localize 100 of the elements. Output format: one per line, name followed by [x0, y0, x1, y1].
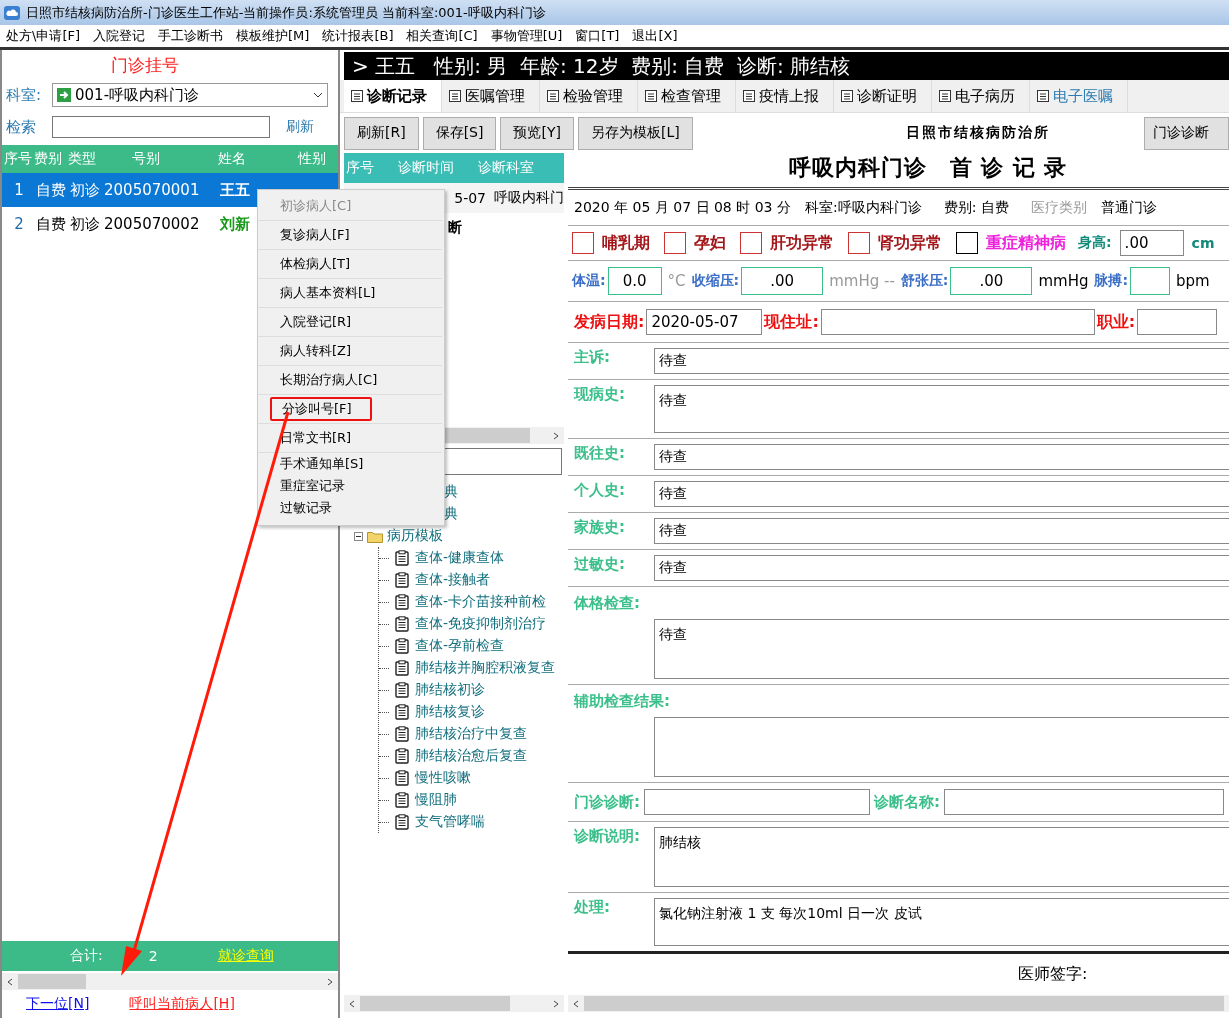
tree-item[interactable]: 查体-孕前检查: [415, 637, 505, 655]
menu-item[interactable]: 重症室记录: [270, 475, 355, 497]
scroll-left-icon[interactable]: [348, 999, 356, 1008]
menu-item[interactable]: 过敏记录: [270, 497, 342, 519]
menu-item[interactable]: 手工诊断书: [158, 27, 223, 45]
collapse-icon[interactable]: [354, 531, 363, 541]
text-field[interactable]: 待查: [654, 518, 1229, 544]
height-label: 身高:: [1078, 234, 1112, 252]
refresh-link[interactable]: 刷新: [286, 118, 314, 136]
record-title: 呼吸内科门诊 首 诊 记 录: [787, 153, 1069, 182]
menu-item[interactable]: 入院登记[R]: [270, 311, 362, 333]
text-field[interactable]: 待查: [654, 348, 1229, 374]
menu-item[interactable]: 事物管理[U]: [490, 27, 563, 45]
checkbox-label: 哺乳期: [602, 232, 650, 254]
menu-item[interactable]: 分诊叫号[F]: [270, 397, 372, 421]
horizontal-scrollbar[interactable]: [2, 973, 338, 990]
search-label: 检索: [6, 117, 37, 137]
tree-item[interactable]: 肺结核治疗中复查: [415, 725, 527, 743]
tree-item[interactable]: 肺结核复诊: [415, 703, 485, 721]
scroll-left-icon[interactable]: [572, 999, 580, 1008]
text-field[interactable]: 待查: [654, 481, 1229, 507]
tab[interactable]: 诊断记录: [344, 80, 442, 112]
diagnosis-book-button[interactable]: 门诊诊断: [1144, 116, 1229, 150]
table-cell-text: 1: [13, 181, 25, 199]
tree-item[interactable]: 肺结核并胸腔积液复查: [415, 659, 555, 677]
unit-label: mmHg --: [829, 272, 895, 290]
vital-field[interactable]: 0.0: [607, 267, 662, 295]
menu-item[interactable]: 复诊病人[F]: [270, 224, 360, 246]
text-field[interactable]: 氯化钠注射液 1 支 每次10ml 日一次 皮试: [654, 898, 1229, 946]
tree-item[interactable]: 典: [444, 483, 458, 501]
text-field[interactable]: 待查: [654, 444, 1229, 470]
toolbar-button[interactable]: 刷新[R]: [344, 116, 419, 150]
tree-item[interactable]: 查体-免疫抑制剂治疗: [415, 615, 547, 633]
tree-item[interactable]: 肺结核治愈后复查: [415, 747, 527, 765]
menu-item[interactable]: 长期治疗病人[C]: [270, 369, 388, 391]
menu-item[interactable]: 窗口[T]: [575, 27, 620, 45]
diagnosis-name-field[interactable]: [944, 789, 1224, 815]
menu-item[interactable]: 处方\申请[F]: [6, 27, 80, 45]
checkbox[interactable]: [664, 232, 686, 254]
tab[interactable]: 诊断证明: [834, 80, 932, 112]
text-field[interactable]: 待查: [654, 619, 1229, 679]
horizontal-scrollbar[interactable]: [568, 995, 1229, 1012]
vital-field[interactable]: .00: [741, 267, 824, 295]
toolbar-button[interactable]: 另存为模板[L]: [577, 116, 693, 150]
tree-item[interactable]: 病历模板: [387, 527, 443, 545]
link[interactable]: 下一位[N]: [26, 995, 90, 1013]
department-select[interactable]: 001-呼吸内科门诊: [52, 83, 328, 107]
toolbar-button[interactable]: 预览[Y]: [500, 116, 574, 150]
checkbox[interactable]: [740, 232, 762, 254]
menu-item[interactable]: 病人基本资料[L]: [270, 282, 386, 304]
menu-item[interactable]: 手术通知单[S]: [270, 453, 374, 475]
tab[interactable]: 检验管理: [540, 80, 638, 112]
checkbox[interactable]: [848, 232, 870, 254]
tree-item[interactable]: 典: [444, 505, 458, 523]
tab[interactable]: 疫情上报: [736, 80, 834, 112]
search-field[interactable]: [52, 116, 270, 138]
text-field[interactable]: 待查: [654, 385, 1229, 433]
menu-item[interactable]: 统计报表[B]: [322, 27, 394, 45]
vital-field[interactable]: .00: [950, 267, 1033, 295]
toolbar-button[interactable]: 保存[S]: [422, 116, 497, 150]
menu-item[interactable]: 病人转科[Z]: [270, 340, 362, 362]
scroll-right-icon[interactable]: [552, 431, 560, 440]
document-icon: [1036, 89, 1050, 103]
height-field[interactable]: .00: [1119, 230, 1184, 256]
tree-item[interactable]: 支气管哮喘: [415, 813, 485, 831]
menu-item[interactable]: 退出[X]: [632, 27, 678, 45]
vital-label: 脉搏:: [1094, 272, 1129, 290]
menu-item[interactable]: 入院登记: [93, 27, 145, 45]
tree-item[interactable]: 查体-接触者: [415, 571, 491, 589]
tab[interactable]: 检查管理: [638, 80, 736, 112]
menu-item[interactable]: 相关查询[C]: [406, 27, 478, 45]
onset-date-field[interactable]: 2020-05-07: [646, 309, 763, 335]
diagnosis-field[interactable]: [644, 789, 870, 815]
tab[interactable]: 电子病历: [932, 80, 1030, 112]
tab[interactable]: 医嘱管理: [442, 80, 540, 112]
scroll-right-icon[interactable]: [326, 977, 334, 986]
occupation-field[interactable]: [1137, 309, 1218, 335]
tree-item[interactable]: 慢性咳嗽: [415, 769, 471, 787]
tab[interactable]: 电子医嘱: [1030, 80, 1128, 112]
menu-item[interactable]: 体检病人[T]: [270, 253, 361, 275]
fee-text: 费别: 自费: [943, 198, 1009, 217]
tree-item[interactable]: 查体-卡介苗接种前检: [415, 593, 547, 611]
text-field[interactable]: [654, 717, 1229, 777]
vital-label: 收缩压:: [691, 272, 740, 290]
address-field[interactable]: [820, 309, 1095, 335]
tree-item[interactable]: 查体-健康查体: [415, 549, 505, 567]
tree-item[interactable]: 肺结核初诊: [415, 681, 485, 699]
menu-item[interactable]: 模板维护[M]: [236, 27, 310, 45]
checkbox[interactable]: [956, 232, 978, 254]
scroll-right-icon[interactable]: [552, 999, 560, 1008]
text-field[interactable]: 待查: [654, 555, 1229, 581]
tree-item[interactable]: 慢阻肺: [415, 791, 457, 809]
link[interactable]: 呼叫当前病人[H]: [129, 995, 235, 1013]
scroll-left-icon[interactable]: [6, 977, 14, 986]
unit-label: bpm: [1176, 272, 1210, 290]
text-field[interactable]: 肺结核: [654, 827, 1229, 887]
checkbox[interactable]: [572, 232, 594, 254]
vital-field[interactable]: [1130, 267, 1171, 295]
clipboard-icon: [395, 550, 409, 566]
horizontal-scrollbar[interactable]: [344, 995, 564, 1012]
